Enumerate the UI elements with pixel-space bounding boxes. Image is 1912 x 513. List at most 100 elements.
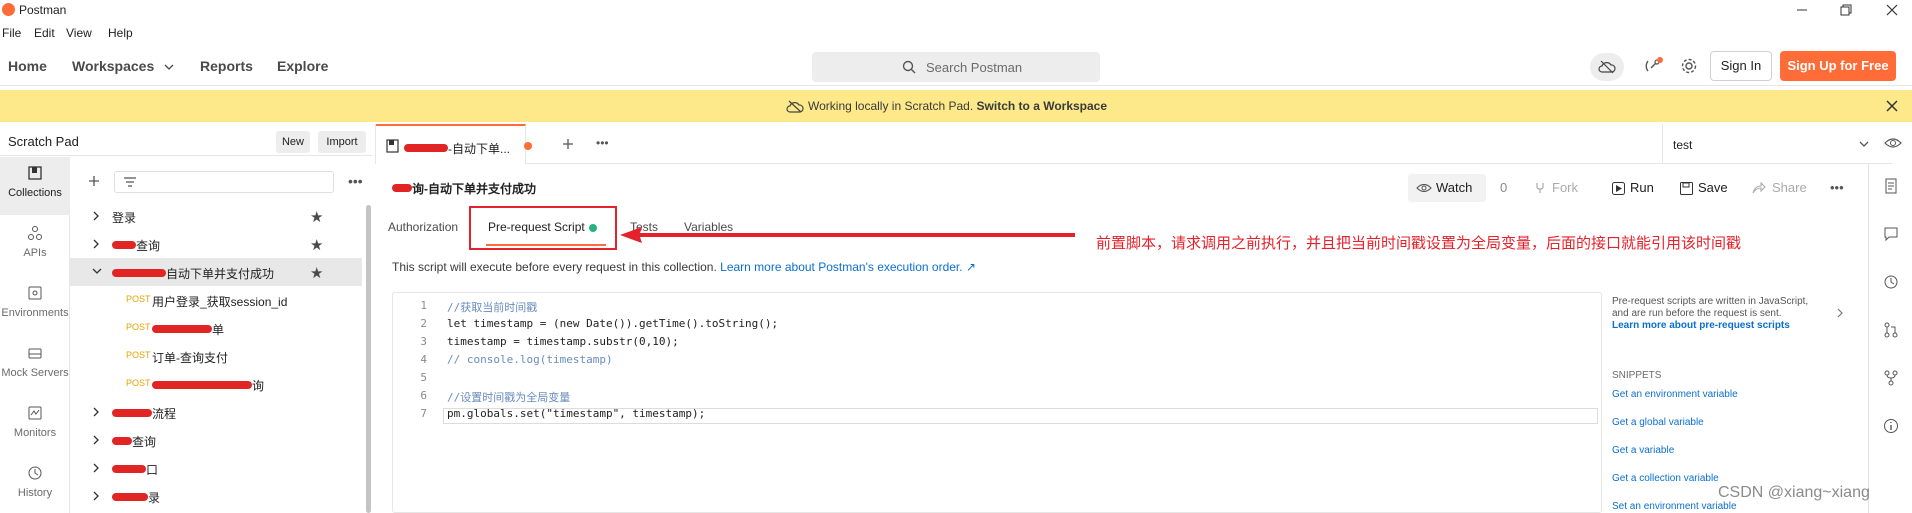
tree-request[interactable]: POST 订单-查询支付 [70, 342, 362, 370]
script-editor[interactable]: 1 2 3 4 5 6 7 //获取当前时间戳 let timestamp = … [392, 292, 1602, 513]
menu-view[interactable]: View [66, 26, 92, 40]
star-icon[interactable]: ★ [310, 264, 323, 282]
chevron-down-icon[interactable] [92, 267, 102, 275]
learn-more-link[interactable]: Learn more about pre-request scripts [1612, 320, 1790, 331]
rail-mock-servers[interactable]: Mock Servers [0, 337, 70, 395]
documentation-icon[interactable] [1883, 178, 1899, 194]
tree-folder-selected[interactable]: 自动下单并支付成功 ★ [70, 258, 362, 286]
execution-order-link[interactable]: Learn more about Postman's execution ord… [720, 260, 976, 274]
redaction-mark [152, 381, 252, 390]
nav-workspaces[interactable]: Workspaces [72, 58, 154, 74]
more-actions-icon[interactable]: ••• [1830, 174, 1844, 202]
rail-collections[interactable]: Collections [0, 157, 70, 215]
snippet-link[interactable]: Set an environment variable [1612, 501, 1737, 512]
tree-folder[interactable]: 查询 ★ [70, 230, 362, 258]
fork-button[interactable]: Fork [1534, 174, 1578, 202]
rail-monitors[interactable]: Monitors [0, 397, 70, 455]
close-window-icon[interactable] [1884, 2, 1900, 18]
snippet-link[interactable]: Get an environment variable [1612, 389, 1738, 400]
collection-name: 询-自动下单并支付成功 [392, 180, 536, 197]
watch-button[interactable]: Watch [1408, 174, 1486, 202]
tab-collection[interactable]: -自动下单... [376, 124, 532, 164]
new-tab-icon[interactable] [562, 138, 574, 150]
tree-folder[interactable]: 查询 [70, 426, 362, 454]
rail-environments[interactable]: Environments [0, 277, 70, 335]
close-icon[interactable] [1886, 100, 1898, 112]
redaction-mark [112, 409, 152, 418]
eye-icon[interactable] [1884, 136, 1902, 150]
info-icon[interactable] [1883, 418, 1899, 434]
tree-request[interactable]: POST 用户登录_获取session_id [70, 286, 362, 314]
menu-file[interactable]: File [2, 26, 21, 40]
history-icon[interactable] [1883, 274, 1899, 290]
watch-count: 0 [1500, 180, 1508, 195]
more-tabs-icon[interactable]: ••• [596, 136, 609, 150]
tree-folder[interactable]: 口 [70, 454, 362, 482]
minimize-icon[interactable] [1794, 2, 1810, 18]
folder-label: 查询 [112, 237, 160, 254]
tree-request[interactable]: POST 询 [70, 370, 362, 398]
chevron-right-icon[interactable] [92, 463, 100, 473]
chevron-right-icon[interactable] [92, 435, 100, 445]
save-icon [1680, 182, 1693, 195]
share-label: Share [1772, 180, 1807, 195]
redaction-mark [112, 241, 136, 250]
menu-help[interactable]: Help [108, 26, 133, 40]
tree-request[interactable]: POST 单 [70, 314, 362, 342]
method-badge: POST [126, 378, 151, 388]
snippet-link[interactable]: Get a collection variable [1612, 473, 1719, 484]
snippet-link[interactable]: Get a global variable [1612, 417, 1704, 428]
code-line: timestamp = timestamp.substr(0,10); [447, 335, 679, 348]
sign-in-button[interactable]: Sign In [1710, 51, 1772, 81]
more-options-icon[interactable]: ••• [348, 173, 363, 189]
chevron-right-icon[interactable] [92, 407, 100, 417]
star-icon[interactable]: ★ [310, 208, 323, 226]
redaction-mark [404, 144, 448, 153]
environment-selector[interactable]: test [1662, 124, 1892, 164]
fork-icon[interactable] [1883, 370, 1899, 386]
nav-home[interactable]: Home [8, 58, 47, 74]
new-button[interactable]: New [276, 131, 310, 153]
search-box[interactable]: Search Postman [812, 52, 1100, 82]
star-icon[interactable]: ★ [310, 236, 323, 254]
filter-input[interactable] [114, 171, 334, 193]
restore-icon[interactable] [1838, 2, 1854, 18]
fork-icon [1536, 183, 1544, 193]
method-badge: POST [126, 350, 151, 360]
import-button[interactable]: Import [318, 131, 366, 153]
switch-workspace-link[interactable]: Switch to a Workspace [977, 99, 1107, 113]
rail-apis[interactable]: APIs [0, 217, 70, 275]
sidebar-scrollbar[interactable] [366, 205, 371, 513]
rail-history[interactable]: History [0, 457, 70, 513]
sync-status-button[interactable] [1590, 53, 1624, 81]
chevron-down-icon[interactable] [164, 63, 174, 71]
folder-label: 自动下单并支付成功 [112, 265, 274, 282]
share-button[interactable]: Share [1752, 174, 1807, 202]
request-label-text: 询 [252, 379, 265, 393]
code-line: // console.log(timestamp) [447, 353, 613, 366]
menu-edit[interactable]: Edit [34, 26, 55, 40]
sign-up-button[interactable]: Sign Up for Free [1780, 51, 1896, 81]
tree-folder[interactable]: 流程 [70, 398, 362, 426]
tree-folder[interactable]: 登录 ★ [70, 202, 362, 230]
pull-request-icon[interactable] [1883, 322, 1899, 338]
add-icon[interactable] [88, 175, 100, 187]
satellite-icon[interactable] [1644, 57, 1664, 75]
active-line-highlight [443, 408, 1598, 424]
run-button[interactable]: Run [1612, 174, 1654, 202]
comments-icon[interactable] [1883, 226, 1899, 242]
chevron-right-icon[interactable] [92, 491, 100, 501]
settings-gear-icon[interactable] [1680, 57, 1698, 75]
app-header: Home Workspaces Reports Explore Search P… [0, 44, 1912, 86]
save-button[interactable]: Save [1680, 174, 1728, 202]
folder-label-text: 查询 [132, 435, 157, 449]
tree-folder[interactable]: 录 [70, 482, 362, 510]
tab-authorization[interactable]: Authorization [388, 220, 458, 234]
chevron-right-icon[interactable] [92, 211, 100, 221]
scratch-pad-banner: Working locally in Scratch Pad. Switch t… [0, 90, 1912, 122]
nav-explore[interactable]: Explore [277, 58, 328, 74]
chevron-right-icon[interactable] [92, 239, 100, 249]
nav-reports[interactable]: Reports [200, 58, 253, 74]
snippet-link[interactable]: Get a variable [1612, 445, 1674, 456]
chevron-right-icon[interactable] [1836, 308, 1844, 318]
